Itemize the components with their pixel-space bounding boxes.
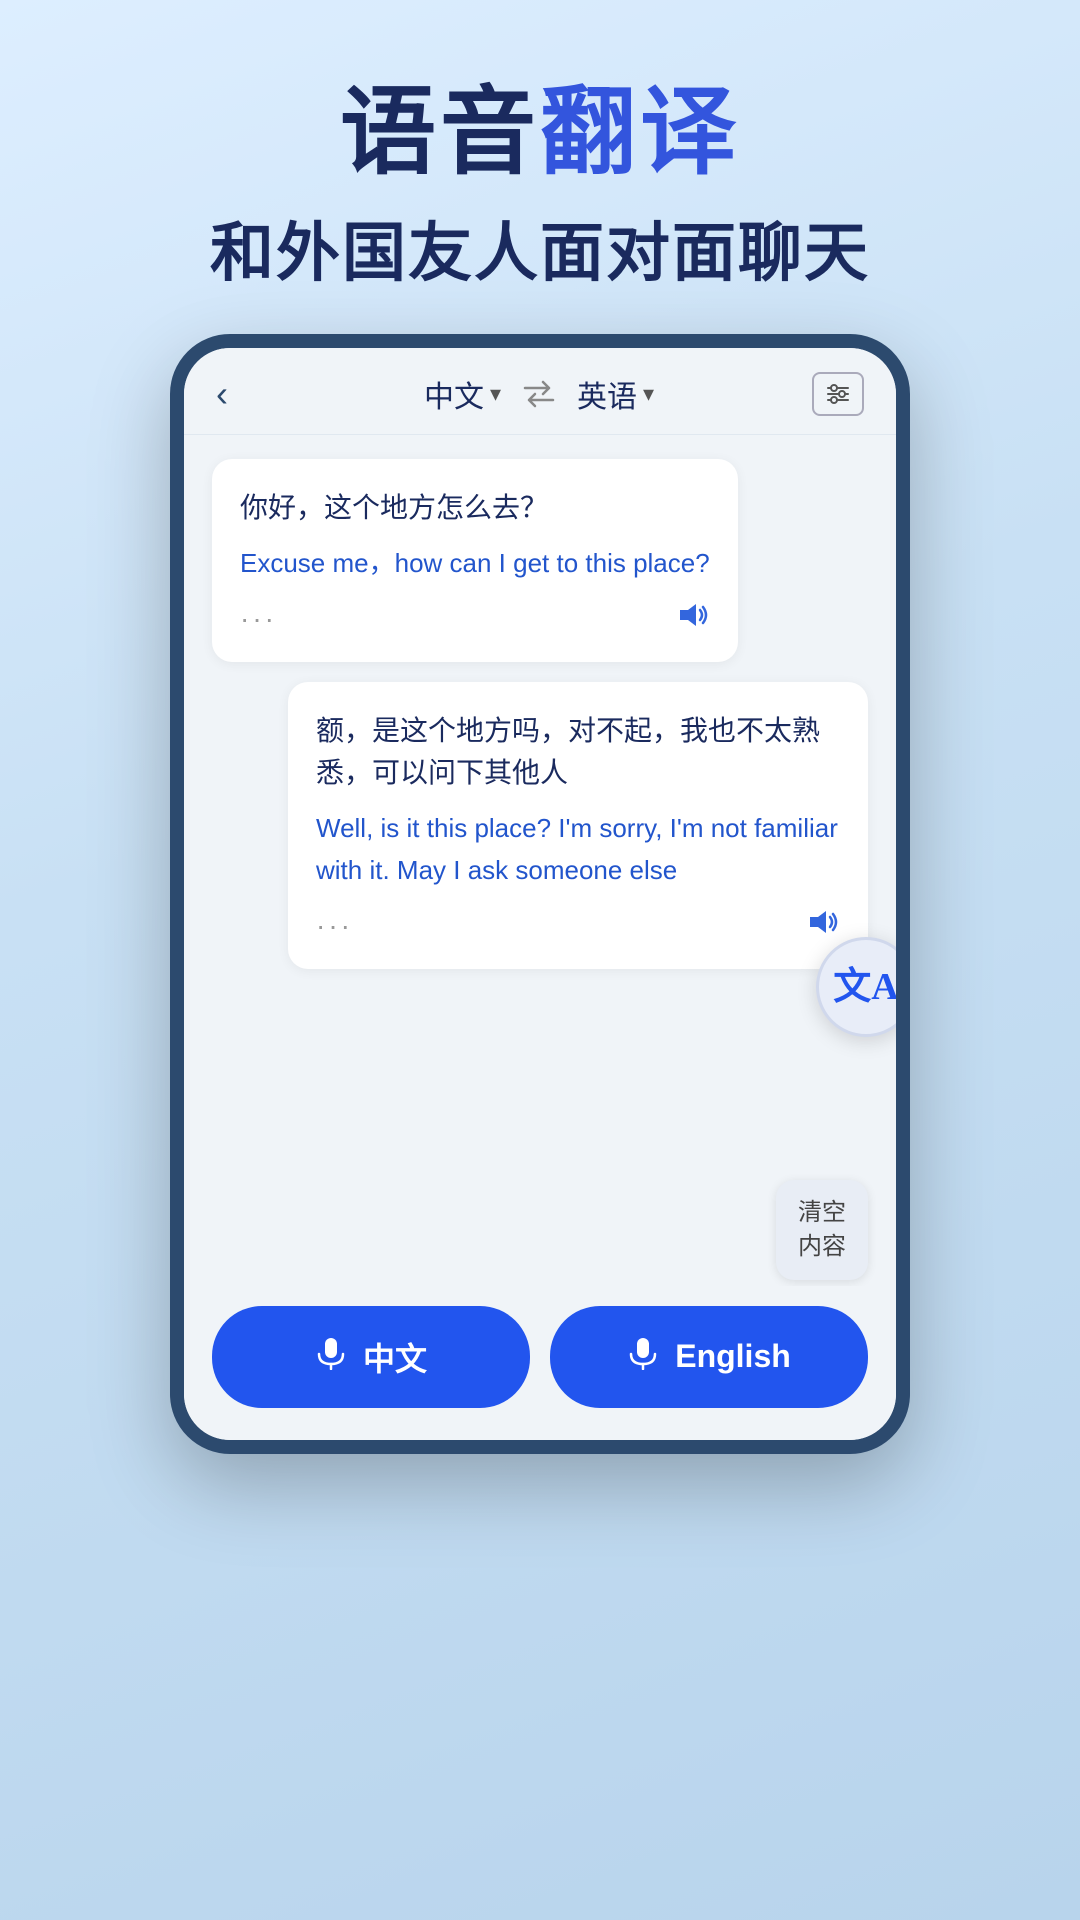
page-background: 语音翻译 和外国友人面对面聊天 ‹ 中文 ▾ 英语 [0, 0, 1080, 1454]
title-part1: 语音 [340, 79, 540, 186]
record-chinese-button[interactable]: 中文 [212, 1306, 530, 1408]
main-subtitle: 和外国友人面对面聊天 [0, 202, 1080, 294]
message-1-footer: ··· [240, 600, 710, 638]
lang-right-arrow: ▾ [643, 381, 654, 407]
phone-topbar: ‹ 中文 ▾ 英语 ▾ [184, 348, 896, 435]
message-bubble-1: 你好，这个地方怎么去？ Excuse me，how can I get to t… [212, 459, 738, 663]
message-bubble-2: 额，是这个地方吗，对不起，我也不太熟悉，可以问下其他人 Well, is it … [288, 682, 868, 969]
message-2-original: 额，是这个地方吗，对不起，我也不太熟悉，可以问下其他人 [316, 710, 840, 794]
message-2-translated: Well, is it this place? I'm sorry, I'm n… [316, 808, 840, 891]
record-chinese-label: 中文 [363, 1334, 427, 1380]
record-english-label: English [675, 1338, 791, 1375]
lang-left-selector[interactable]: 中文 ▾ [424, 372, 501, 416]
swap-languages-button[interactable] [517, 372, 561, 416]
message-1-dots: ··· [240, 603, 277, 635]
clear-content-button[interactable]: 清空 内容 [776, 1180, 868, 1279]
record-english-button[interactable]: English [550, 1306, 868, 1408]
bottom-spacer [184, 993, 896, 1173]
chat-area: 你好，这个地方怎么去？ Excuse me，how can I get to t… [184, 435, 896, 994]
title-part2: 翻译 [540, 79, 740, 186]
message-2-speaker-icon[interactable] [804, 907, 840, 945]
phone-mockup: ‹ 中文 ▾ 英语 ▾ [170, 334, 910, 1454]
mic-chinese-icon [315, 1336, 347, 1378]
message-2-footer: ··· [316, 907, 840, 945]
translate-fab-icon: 文A [833, 968, 898, 1006]
lang-left-label: 中文 [424, 372, 484, 416]
lang-right-selector[interactable]: 英语 ▾ [577, 372, 654, 416]
language-selector-area: 中文 ▾ 英语 ▾ [424, 372, 654, 416]
translate-fab-button[interactable]: 文A [816, 937, 910, 1037]
message-2-dots: ··· [316, 910, 353, 942]
lang-right-label: 英语 [577, 372, 637, 416]
page-header: 语音翻译 和外国友人面对面聊天 [0, 0, 1080, 334]
message-1-translated: Excuse me，how can I get to this place? [240, 543, 710, 585]
settings-button[interactable] [812, 372, 864, 416]
main-title: 语音翻译 [0, 80, 1080, 186]
mic-english-icon [627, 1336, 659, 1378]
back-button[interactable]: ‹ [216, 373, 266, 415]
message-1-speaker-icon[interactable] [674, 600, 710, 638]
bottom-record-buttons: 中文 English [184, 1286, 896, 1440]
message-1-original: 你好，这个地方怎么去？ [240, 487, 710, 529]
lang-left-arrow: ▾ [490, 381, 501, 407]
